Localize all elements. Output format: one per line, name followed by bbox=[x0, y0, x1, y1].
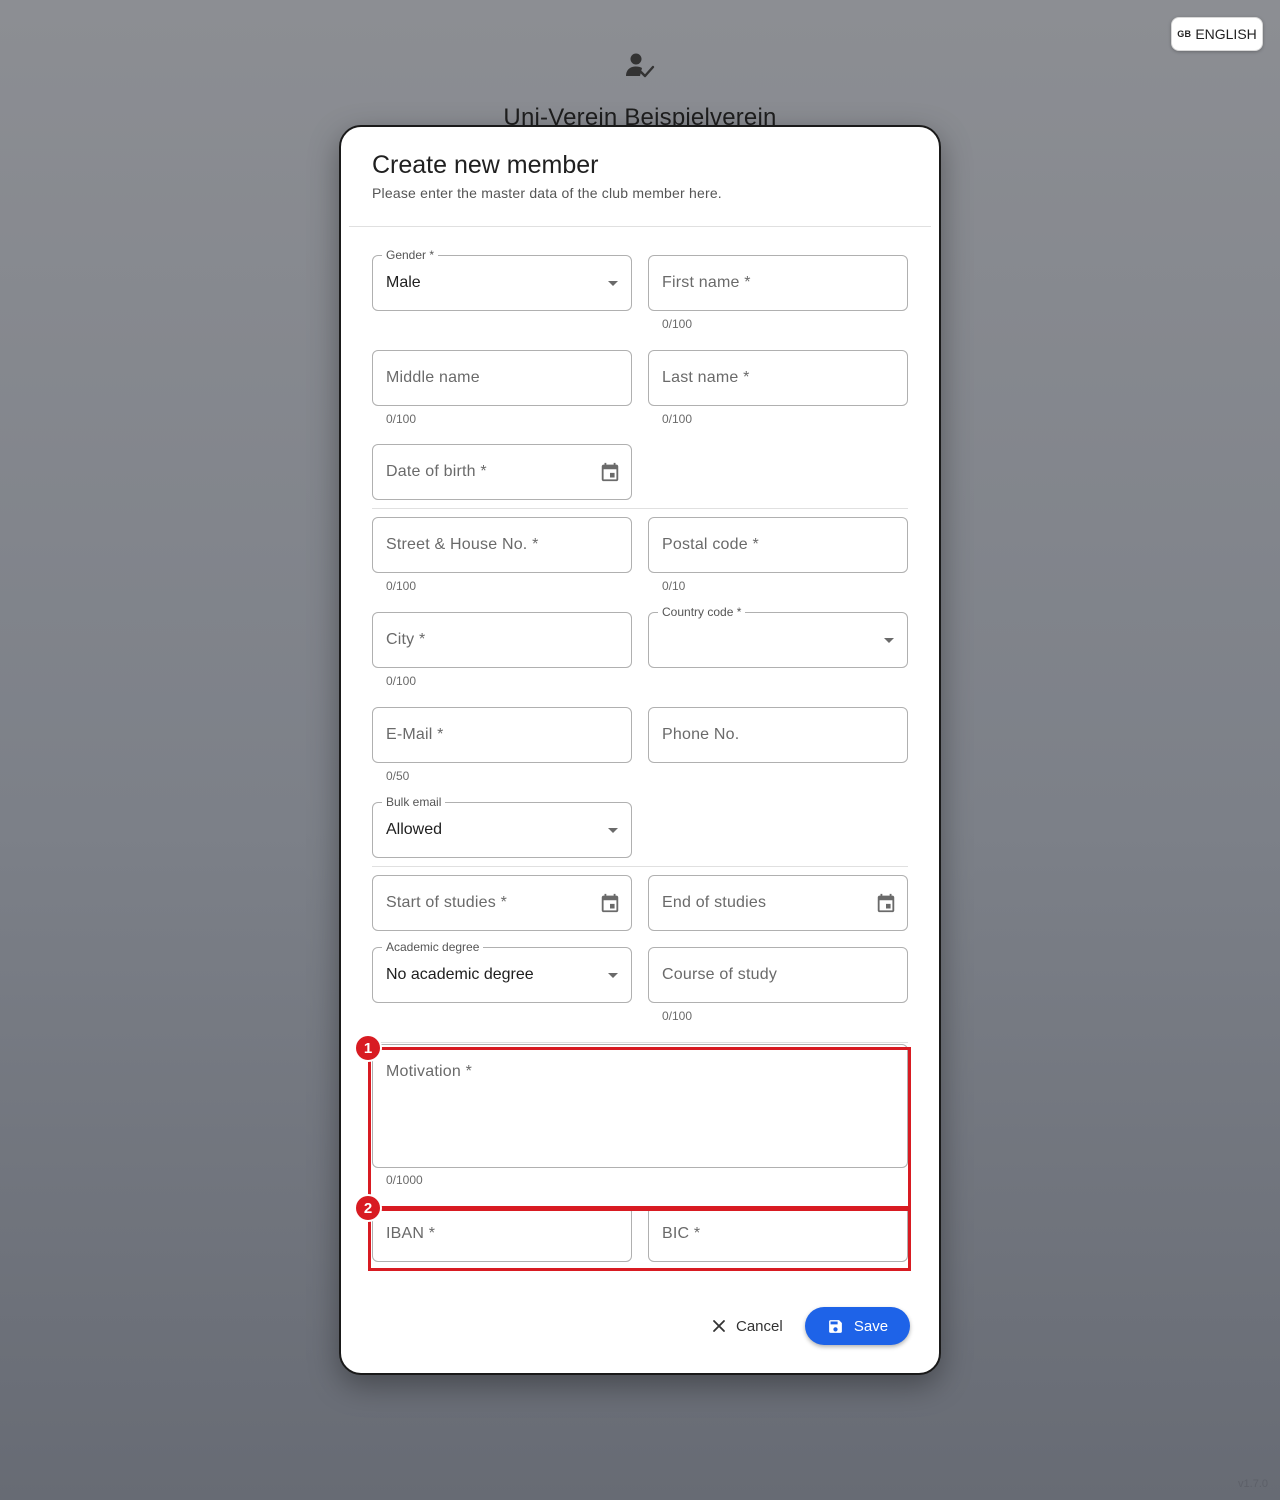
cancel-button[interactable]: Cancel bbox=[706, 1309, 789, 1343]
close-icon bbox=[713, 1320, 725, 1332]
email-placeholder: E-Mail * bbox=[386, 726, 444, 743]
phone-field[interactable]: Phone No. bbox=[648, 707, 908, 763]
dialog-title: Create new member bbox=[372, 151, 599, 179]
save-label: Save bbox=[853, 1317, 889, 1335]
last-name-counter: 0/100 bbox=[662, 412, 693, 426]
postal-code-placeholder: Postal code * bbox=[662, 536, 759, 553]
dropdown-caret-icon bbox=[884, 638, 894, 643]
user-check-icon bbox=[626, 53, 655, 78]
city-placeholder: City * bbox=[386, 631, 426, 648]
calendar-icon[interactable] bbox=[599, 461, 621, 483]
email-field[interactable]: E-Mail * bbox=[372, 707, 632, 763]
cancel-label: Cancel bbox=[736, 1317, 783, 1335]
academic-degree-select[interactable]: Academic degree No academic degree bbox=[372, 940, 632, 1003]
section-divider bbox=[372, 866, 908, 867]
end-of-studies-placeholder: End of studies bbox=[662, 894, 767, 911]
middle-name-placeholder: Middle name bbox=[386, 369, 480, 386]
bulk-email-select[interactable]: Bulk email Allowed bbox=[372, 795, 632, 858]
gender-select[interactable]: Gender * Male bbox=[372, 248, 632, 311]
course-of-study-field[interactable]: Course of study bbox=[648, 947, 908, 1003]
start-of-studies-placeholder: Start of studies * bbox=[386, 894, 507, 911]
academic-degree-label: Academic degree bbox=[382, 940, 484, 954]
city-counter: 0/100 bbox=[386, 674, 417, 688]
highlight-box-bank-details bbox=[368, 1208, 911, 1271]
middle-name-counter: 0/100 bbox=[386, 412, 417, 426]
date-of-birth-field[interactable]: Date of birth * bbox=[372, 444, 632, 500]
dropdown-caret-icon bbox=[608, 828, 618, 833]
floppy-disk-icon bbox=[829, 1319, 842, 1333]
dropdown-caret-icon bbox=[608, 973, 618, 978]
start-of-studies-field[interactable]: Start of studies * bbox=[372, 875, 632, 931]
first-name-field[interactable]: First name * bbox=[648, 255, 908, 311]
first-name-counter: 0/100 bbox=[662, 317, 693, 331]
highlight-box-motivation bbox=[368, 1047, 911, 1209]
academic-degree-value: No academic degree bbox=[386, 966, 534, 983]
version-label: v1.7.0 bbox=[1238, 1478, 1268, 1490]
postal-code-field[interactable]: Postal code * bbox=[648, 517, 908, 573]
gender-label: Gender * bbox=[382, 248, 439, 262]
section-divider bbox=[372, 508, 908, 509]
first-name-placeholder: First name * bbox=[662, 274, 751, 291]
course-of-study-placeholder: Course of study bbox=[662, 966, 778, 983]
phone-placeholder: Phone No. bbox=[662, 726, 740, 743]
bulk-email-label: Bulk email bbox=[382, 795, 446, 809]
calendar-icon[interactable] bbox=[599, 892, 621, 914]
country-code-label: Country code * bbox=[658, 605, 746, 619]
language-button[interactable]: GB ENGLISH bbox=[1171, 17, 1263, 51]
country-code-select[interactable]: Country code * bbox=[648, 605, 908, 668]
street-field[interactable]: Street & House No. * bbox=[372, 517, 632, 573]
dialog-subtitle: Please enter the master data of the club… bbox=[372, 185, 722, 201]
calendar-icon[interactable] bbox=[875, 892, 897, 914]
last-name-placeholder: Last name * bbox=[662, 369, 750, 386]
middle-name-field[interactable]: Middle name bbox=[372, 350, 632, 406]
course-of-study-counter: 0/100 bbox=[662, 1009, 693, 1023]
end-of-studies-field[interactable]: End of studies bbox=[648, 875, 908, 931]
highlight-badge-2: 2 bbox=[354, 1194, 382, 1222]
city-field[interactable]: City * bbox=[372, 612, 632, 668]
gb-flag-icon: GB bbox=[1177, 29, 1192, 39]
section-divider bbox=[372, 1042, 908, 1043]
highlight-badge-1: 1 bbox=[354, 1034, 382, 1062]
date-of-birth-placeholder: Date of birth * bbox=[386, 463, 487, 480]
save-button[interactable]: Save bbox=[805, 1307, 910, 1345]
street-placeholder: Street & House No. * bbox=[386, 536, 539, 553]
gender-value: Male bbox=[386, 274, 421, 291]
language-label: ENGLISH bbox=[1195, 26, 1257, 42]
last-name-field[interactable]: Last name * bbox=[648, 350, 908, 406]
postal-code-counter: 0/10 bbox=[662, 579, 686, 593]
dropdown-caret-icon bbox=[608, 281, 618, 286]
bulk-email-value: Allowed bbox=[386, 821, 443, 838]
email-counter: 0/50 bbox=[386, 769, 410, 783]
street-counter: 0/100 bbox=[386, 579, 417, 593]
header-divider bbox=[349, 226, 931, 227]
